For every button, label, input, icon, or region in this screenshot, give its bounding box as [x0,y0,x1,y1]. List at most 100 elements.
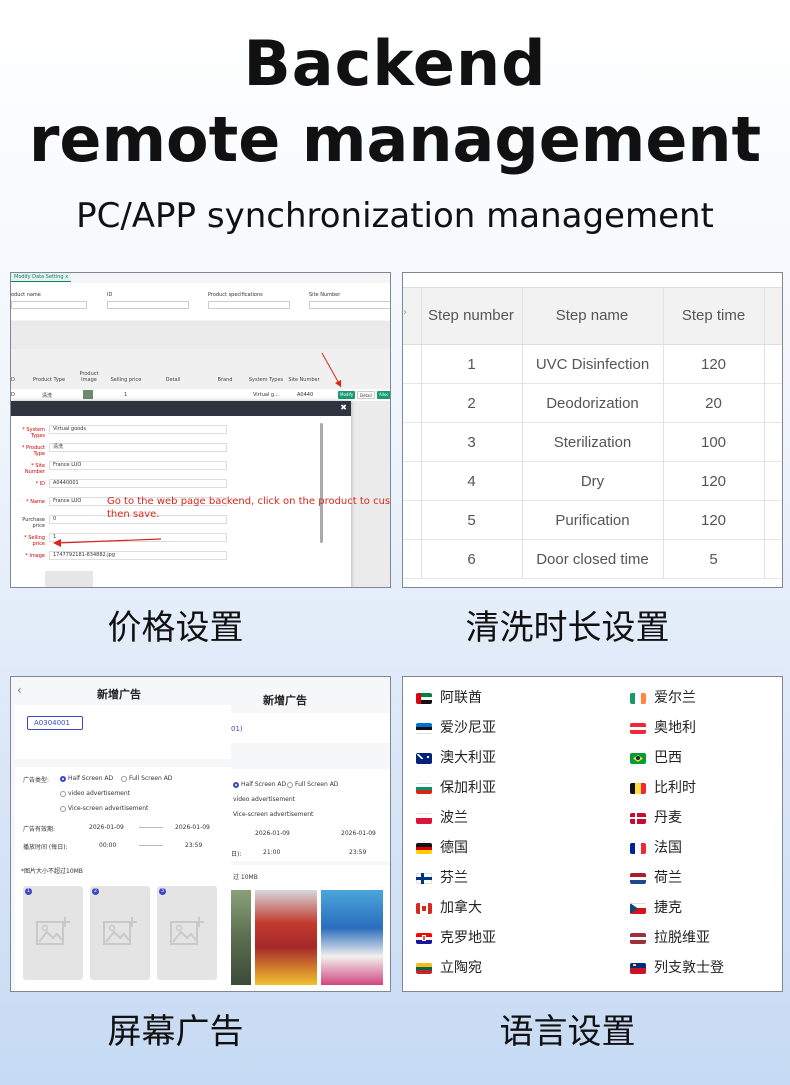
play-start-field[interactable]: 00:00 [99,842,116,849]
valid-period-label: 广告有效期: [23,826,56,833]
cell-step-time: 120 [700,512,727,529]
play-end-field[interactable]: 23:59 [185,842,202,849]
ad-form-title-back: 新增广告 [263,694,307,707]
ad-type-label: 广告类型: [23,777,50,784]
screen-ads-screenshot: ‹ 新增广告 新增广告 01) Half Screen AD Full Scre… [10,676,391,992]
back-site-section [231,713,390,743]
ad-photo-1 [231,890,251,985]
language-item[interactable]: 爱尔兰 [654,688,696,708]
ad-photo-3 [321,890,383,985]
annotation-arrows [53,352,342,547]
cell-step-name: UVC Disinfection [535,356,650,373]
image-upload-slot[interactable]: 1 [23,886,83,980]
language-item[interactable]: 克罗地亚 [440,928,496,948]
language-item[interactable]: 丹麦 [654,808,682,828]
cell-step-number: 1 [467,356,476,373]
language-item[interactable]: 德国 [440,838,468,858]
brazil-flag-icon [630,753,646,764]
back-valid-end: 2026-01-09 [341,830,376,837]
language-item[interactable]: 法国 [654,838,682,858]
language-item[interactable]: 列支敦士登 [654,958,724,978]
slot-number-badge: 1 [25,888,32,895]
add-image-icon [36,917,70,945]
language-item[interactable]: 爱沙尼亚 [440,718,496,738]
austria-flag-icon [630,723,646,734]
slot-number-badge: 3 [159,888,166,895]
belgium-flag-icon [630,783,646,794]
lithuania-flag-icon [416,963,432,974]
language-item[interactable]: 保加利亚 [440,778,496,798]
canada-flag-icon [416,903,432,914]
language-item[interactable]: 拉脱维亚 [654,928,710,948]
valid-start-field[interactable]: 2026-01-09 [89,824,124,831]
language-item[interactable]: 荷兰 [654,868,682,888]
cell-step-time: 5 [709,551,718,568]
image-upload-slot[interactable]: 3 [157,886,217,980]
estonia-flag-icon [416,723,432,734]
cell-step-name: Deodorization [546,395,639,412]
range-separator [139,827,163,828]
language-item[interactable]: 巴西 [654,748,682,768]
language-item[interactable]: 立陶宛 [440,958,482,978]
cell-step-number: 6 [467,551,476,568]
play-time-label: 播放时间 (每日): [23,844,68,851]
netherlands-flag-icon [630,873,646,884]
page-subtitle: PC/APP synchronization management [76,196,714,236]
back-option-full: Full Screen AD [287,781,338,788]
language-item[interactable]: 加拿大 [440,898,482,918]
cell-step-number: 5 [467,512,476,529]
page-title-line2: remote management [28,103,762,176]
valid-end-field[interactable]: 2026-01-09 [175,824,210,831]
image-upload-slot[interactable]: 2 [90,886,150,980]
language-item[interactable]: 比利时 [654,778,696,798]
ireland-flag-icon [630,693,646,704]
latvia-flag-icon [630,933,646,944]
france-flag-icon [630,843,646,854]
language-item[interactable]: 奥地利 [654,718,696,738]
croatia-flag-icon [416,933,432,944]
cell-step-number: 2 [467,395,476,412]
cell-step-name: Sterilization [553,434,632,451]
back-play-start: 21:00 [263,849,281,856]
cell-step-time: 120 [700,356,727,373]
poland-flag-icon [416,813,432,824]
back-size-note: 过 10MB [233,874,258,881]
language-setting-screenshot: 阿联酋爱沙尼亚澳大利亚保加利亚波兰德国芬兰加拿大克罗地亚立陶宛 爱尔兰奥地利巴西比… [402,676,783,992]
language-item[interactable]: 澳大利亚 [440,748,496,768]
option-vice-screen[interactable]: Vice-screen advertisement [60,805,148,812]
language-item[interactable]: 芬兰 [440,868,468,888]
site-chip[interactable]: A0304001 [27,716,83,730]
cell-step-number: 3 [467,434,476,451]
caption-language: 语言设置 [499,1012,636,1052]
liechtenstein-flag-icon [630,963,646,974]
back-play-end: 23:59 [349,849,367,856]
back-option-vice: Vice-screen advertisement [233,811,314,818]
cell-step-name: Dry [580,473,605,490]
back-play-label: 日): [231,851,242,858]
language-item[interactable]: 阿联酋 [440,688,482,708]
option-video[interactable]: video advertisement [60,790,130,797]
cell-step-time: 100 [700,434,727,451]
ad-form-title: 新增广告 [97,688,141,701]
slot-number-badge: 2 [92,888,99,895]
page-title-line1: Backend [243,27,547,100]
column-step-name: Step name [555,307,629,324]
finland-flag-icon [416,873,432,884]
czech-flag-icon [630,903,646,914]
caption-wash: 清洗时长设置 [465,608,670,648]
cell-step-time: 20 [705,395,722,412]
back-valid-start: 2026-01-09 [255,830,290,837]
column-step-number: Step number [428,307,514,324]
price-setting-screenshot: Modify Data Setting x oduct name ID Prod… [10,272,391,588]
caption-price: 价格设置 [107,608,244,648]
australia-flag-icon [416,753,432,764]
chevron-left-icon[interactable]: ‹ [17,683,22,697]
option-full-screen[interactable]: Full Screen AD [121,775,172,782]
caption-ads: 屏幕广告 [107,1012,244,1052]
denmark-flag-icon [630,813,646,824]
language-item[interactable]: 捷克 [654,898,682,918]
option-half-screen[interactable]: Half Screen AD [60,775,113,782]
site-section [15,705,231,759]
language-item[interactable]: 波兰 [440,808,468,828]
range-separator [139,845,163,846]
